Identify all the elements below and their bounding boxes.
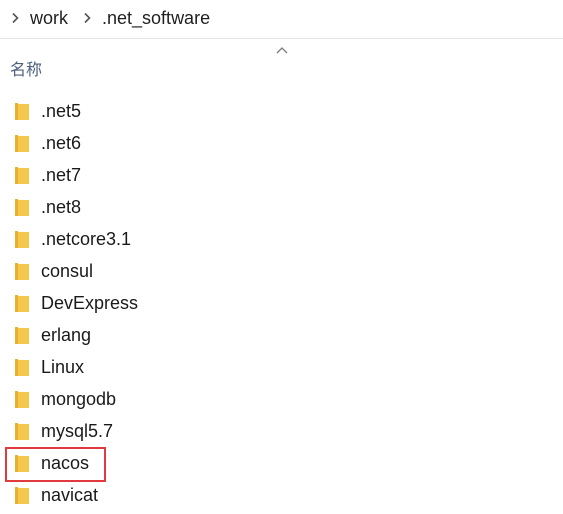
breadcrumb-item-work[interactable]: work [30,8,68,29]
list-item[interactable]: mysql5.7 [0,415,563,447]
list-item[interactable]: navicat [0,479,563,511]
list-item[interactable]: consul [0,255,563,287]
list-item[interactable]: .net7 [0,159,563,191]
header-divider [0,38,563,39]
folder-icon [15,231,29,248]
list-item[interactable]: .net8 [0,191,563,223]
chevron-right-icon[interactable] [6,9,24,27]
file-name: .net6 [41,133,82,153]
list-item[interactable]: Linux [0,351,563,383]
list-item[interactable]: erlang [0,319,563,351]
folder-icon [15,455,29,472]
chevron-up-icon [275,42,289,54]
folder-icon [15,263,29,280]
file-name: Linux [41,357,85,377]
list-item[interactable]: .netcore3.1 [0,223,563,255]
folder-icon [15,487,29,504]
file-name: navicat [41,485,99,505]
list-item[interactable]: .net5 [0,95,563,127]
folder-icon [15,167,29,184]
folder-icon [15,423,29,440]
breadcrumb-item-net-software[interactable]: .net_software [102,8,210,29]
folder-icon [15,199,29,216]
list-item[interactable]: mongodb [0,383,563,415]
list-item[interactable]: DevExpress [0,287,563,319]
file-name: nacos [41,453,90,473]
chevron-right-icon[interactable] [78,9,96,27]
file-name: DevExpress [41,293,139,313]
breadcrumb: work .net_software [0,0,563,36]
file-list: .net5 .net6 .net7 .net8 .netcore3.1 cons… [0,95,563,511]
file-name: mysql5.7 [41,421,114,441]
file-name: .net5 [41,101,82,121]
file-name: consul [41,261,94,281]
folder-icon [15,295,29,312]
list-item[interactable]: .net6 [0,127,563,159]
file-name: erlang [41,325,92,345]
column-header-name[interactable]: 名称 [10,56,42,80]
folder-icon [15,327,29,344]
file-name: .netcore3.1 [41,229,132,249]
list-item-highlighted[interactable]: nacos [0,447,563,479]
folder-icon [15,103,29,120]
folder-icon [15,359,29,376]
file-name: mongodb [41,389,117,409]
file-name: .net7 [41,165,82,185]
folder-icon [15,391,29,408]
file-name: .net8 [41,197,82,217]
folder-icon [15,135,29,152]
